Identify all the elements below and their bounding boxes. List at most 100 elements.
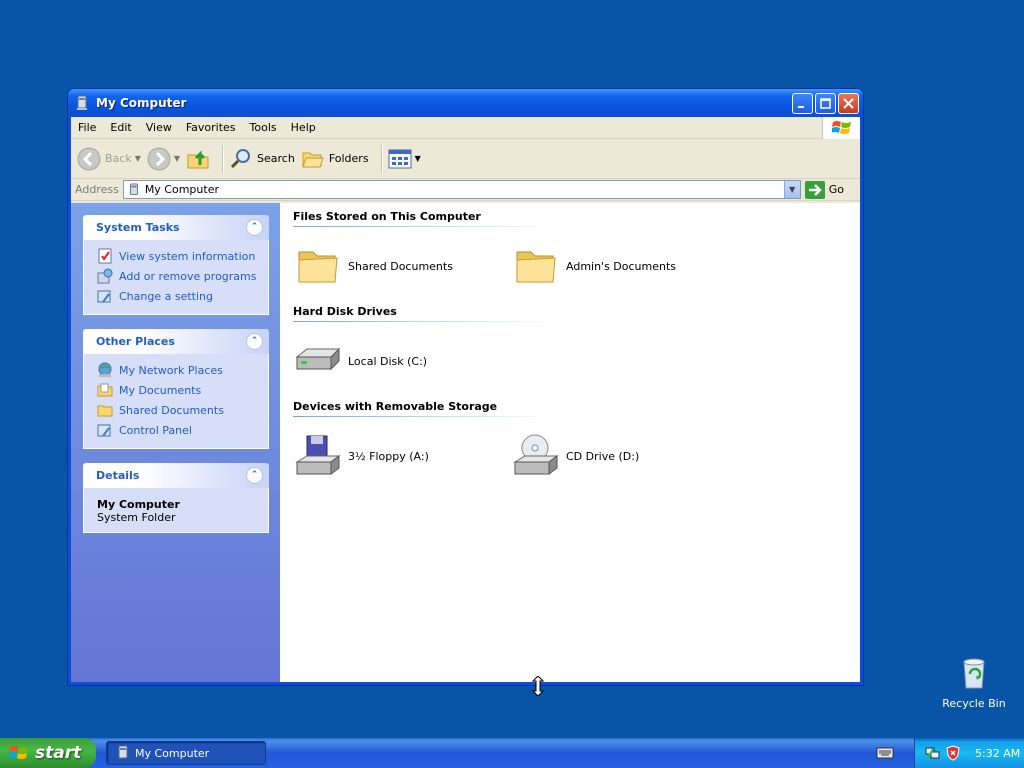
- link-add-remove-programs[interactable]: Add or remove programs: [97, 266, 268, 286]
- collapse-icon[interactable]: ⌃: [246, 333, 263, 350]
- details-header[interactable]: Details ⌃: [83, 463, 269, 488]
- menu-edit[interactable]: Edit: [103, 121, 138, 134]
- up-button[interactable]: [186, 147, 210, 171]
- folder-icon: [516, 251, 556, 283]
- link-label: Change a setting: [119, 289, 213, 303]
- item-cd-drive-d[interactable]: CD Drive (D:): [511, 431, 729, 481]
- link-my-network-places[interactable]: My Network Places: [97, 360, 268, 380]
- windows-flag-icon: [9, 746, 28, 759]
- system-tasks-title: System Tasks: [96, 221, 180, 234]
- system-tasks-body: View system information Add or remove pr…: [83, 240, 269, 315]
- details-body: My Computer System Folder: [83, 488, 269, 533]
- folder-icon: [298, 251, 338, 283]
- link-label: My Network Places: [119, 363, 223, 377]
- other-places-title: Other Places: [96, 335, 175, 348]
- task-pane: System Tasks ⌃ View system information A…: [71, 203, 280, 682]
- link-my-documents[interactable]: My Documents: [97, 380, 268, 400]
- other-places-header[interactable]: Other Places ⌃: [83, 329, 269, 354]
- folder-icon: [97, 405, 113, 417]
- collapse-icon[interactable]: ⌃: [246, 467, 263, 484]
- menu-favorites[interactable]: Favorites: [179, 121, 243, 134]
- folder-up-icon: [187, 149, 209, 168]
- desktop-recycle-bin[interactable]: Recycle Bin: [940, 656, 1008, 710]
- maximize-icon: [820, 97, 831, 109]
- add-remove-programs-icon: [97, 268, 113, 284]
- resize-cursor-icon: [532, 676, 544, 696]
- clock[interactable]: 5:32 AM: [975, 747, 1020, 760]
- link-change-setting[interactable]: Change a setting: [97, 286, 268, 306]
- link-control-panel[interactable]: Control Panel: [97, 420, 268, 440]
- forward-dropdown-icon[interactable]: ▼: [174, 154, 180, 163]
- my-documents-icon: [97, 383, 113, 397]
- menu-file[interactable]: File: [71, 121, 103, 134]
- keyboard-icon[interactable]: [876, 746, 894, 760]
- menu-view[interactable]: View: [139, 121, 179, 134]
- go-arrow-icon: [804, 180, 825, 199]
- system-tasks-header[interactable]: System Tasks ⌃: [83, 215, 269, 240]
- item-shared-documents[interactable]: Shared Documents: [293, 241, 511, 291]
- link-label: Control Panel: [119, 423, 192, 437]
- item-admins-documents[interactable]: Admin's Documents: [511, 241, 729, 291]
- start-button[interactable]: start: [0, 738, 96, 768]
- windows-logo: [822, 117, 860, 139]
- computer-icon: [77, 95, 87, 110]
- window-body: File Edit View Favorites Tools Help Back…: [71, 117, 860, 682]
- link-view-system-information[interactable]: View system information: [97, 246, 268, 266]
- go-label: Go: [828, 183, 844, 196]
- go-button[interactable]: Go: [801, 180, 860, 199]
- address-field[interactable]: My Computer ▼: [122, 180, 801, 199]
- search-button[interactable]: Search: [229, 147, 295, 171]
- link-shared-documents[interactable]: Shared Documents: [97, 400, 268, 420]
- item-label: Local Disk (C:): [348, 354, 428, 368]
- back-arrow-icon: [77, 147, 101, 170]
- file-list-area: Files Stored on This Computer Shared Doc…: [280, 203, 860, 682]
- folders-label: Folders: [328, 152, 369, 165]
- item-label: 3½ Floppy (A:): [348, 449, 429, 463]
- item-local-disk-c[interactable]: Local Disk (C:): [293, 336, 511, 386]
- control-panel-icon: [97, 424, 111, 437]
- group-divider: [293, 226, 553, 227]
- explorer-content: System Tasks ⌃ View system information A…: [71, 203, 860, 682]
- taskbar-button-my-computer[interactable]: My Computer: [106, 741, 266, 765]
- group-removable-storage: 3½ Floppy (A:) CD Drive (D:): [293, 431, 860, 481]
- details-title: Details: [96, 469, 140, 482]
- security-shield-icon[interactable]: [945, 745, 961, 761]
- address-value: My Computer: [144, 183, 219, 196]
- group-hard-disk-drives: Local Disk (C:): [293, 336, 860, 386]
- system-tray: 5:32 AM: [914, 738, 1024, 768]
- close-icon: [843, 97, 854, 109]
- item-label: CD Drive (D:): [566, 449, 640, 463]
- link-label: Shared Documents: [119, 403, 224, 417]
- network-connection-icon[interactable]: [925, 745, 941, 761]
- my-computer-window: My Computer File Edit View Favorites Too…: [67, 88, 864, 686]
- address-label: Address: [75, 183, 119, 196]
- network-places-icon: [98, 362, 112, 377]
- floppy-drive-icon: [295, 435, 341, 475]
- link-label: View system information: [119, 249, 256, 263]
- toolbar-separator: [222, 144, 224, 173]
- window-title: My Computer: [96, 96, 187, 110]
- back-button[interactable]: Back ▼: [77, 147, 141, 171]
- hard-disk-icon: [295, 347, 341, 371]
- title-bar[interactable]: My Computer: [68, 89, 863, 117]
- forward-button[interactable]: ▼: [147, 147, 180, 171]
- close-button[interactable]: [838, 92, 859, 114]
- search-label: Search: [257, 152, 295, 165]
- views-dropdown-icon[interactable]: ▼: [415, 154, 421, 163]
- address-dropdown-icon[interactable]: ▼: [783, 181, 800, 198]
- menu-tools[interactable]: Tools: [243, 121, 284, 134]
- minimize-button[interactable]: [792, 92, 813, 114]
- other-places-body: My Network Places My Documents Shared Do…: [83, 354, 269, 449]
- details-panel: Details ⌃ My Computer System Folder: [83, 463, 269, 533]
- system-tasks-panel: System Tasks ⌃ View system information A…: [83, 215, 269, 315]
- collapse-icon[interactable]: ⌃: [246, 219, 263, 236]
- menu-help[interactable]: Help: [284, 121, 323, 134]
- computer-icon: [118, 745, 128, 759]
- views-button[interactable]: ▼: [388, 148, 421, 170]
- maximize-button[interactable]: [815, 92, 836, 114]
- search-icon: [230, 148, 251, 168]
- views-icon: [388, 149, 412, 168]
- folders-button[interactable]: Folders: [301, 147, 369, 171]
- item-floppy-a[interactable]: 3½ Floppy (A:): [293, 431, 511, 481]
- back-dropdown-icon[interactable]: ▼: [135, 154, 141, 163]
